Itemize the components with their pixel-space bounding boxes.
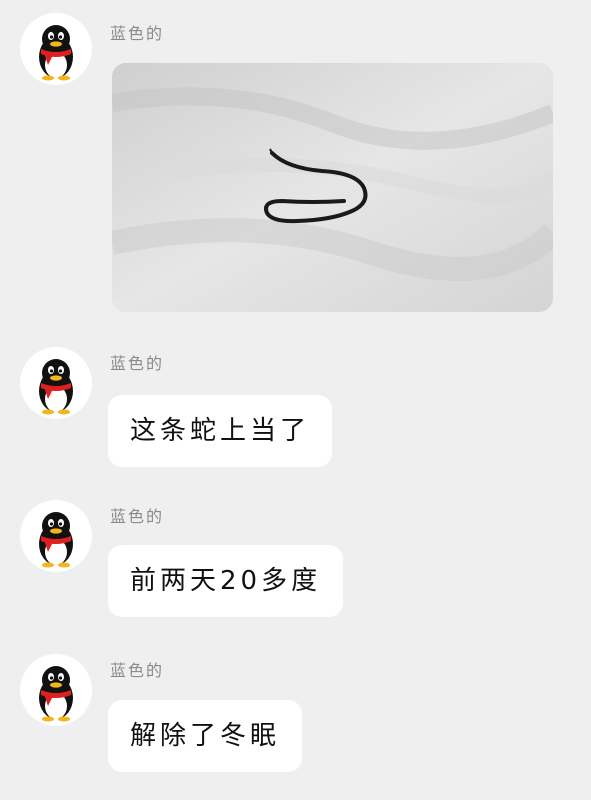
message-item: 蓝色的 [0,0,591,330]
message-bubble[interactable]: 前两天20多度 [108,545,344,617]
message-item: 蓝色的 这条蛇上当了 [0,340,591,480]
message-bubble[interactable]: 解除了冬眠 [108,700,303,772]
qq-penguin-icon[interactable] [20,347,92,419]
message-item: 蓝色的 前两天20多度 [0,495,591,635]
qq-penguin-icon[interactable] [20,500,92,572]
message-bubble[interactable]: 这条蛇上当了 [108,395,333,467]
snake-on-snow-photo[interactable] [112,63,553,312]
sender-name: 蓝色的 [110,24,165,43]
sender-name: 蓝色的 [110,507,165,526]
chat-window: 蓝色的 蓝色的 这条蛇上当了 蓝色的 前两天20多度 蓝色的 解除了冬眠 [0,0,591,800]
message-item: 蓝色的 解除了冬眠 [0,650,591,800]
sender-name: 蓝色的 [110,661,165,680]
qq-penguin-icon[interactable] [20,654,92,726]
qq-penguin-icon[interactable] [20,13,92,85]
sender-name: 蓝色的 [110,354,165,373]
